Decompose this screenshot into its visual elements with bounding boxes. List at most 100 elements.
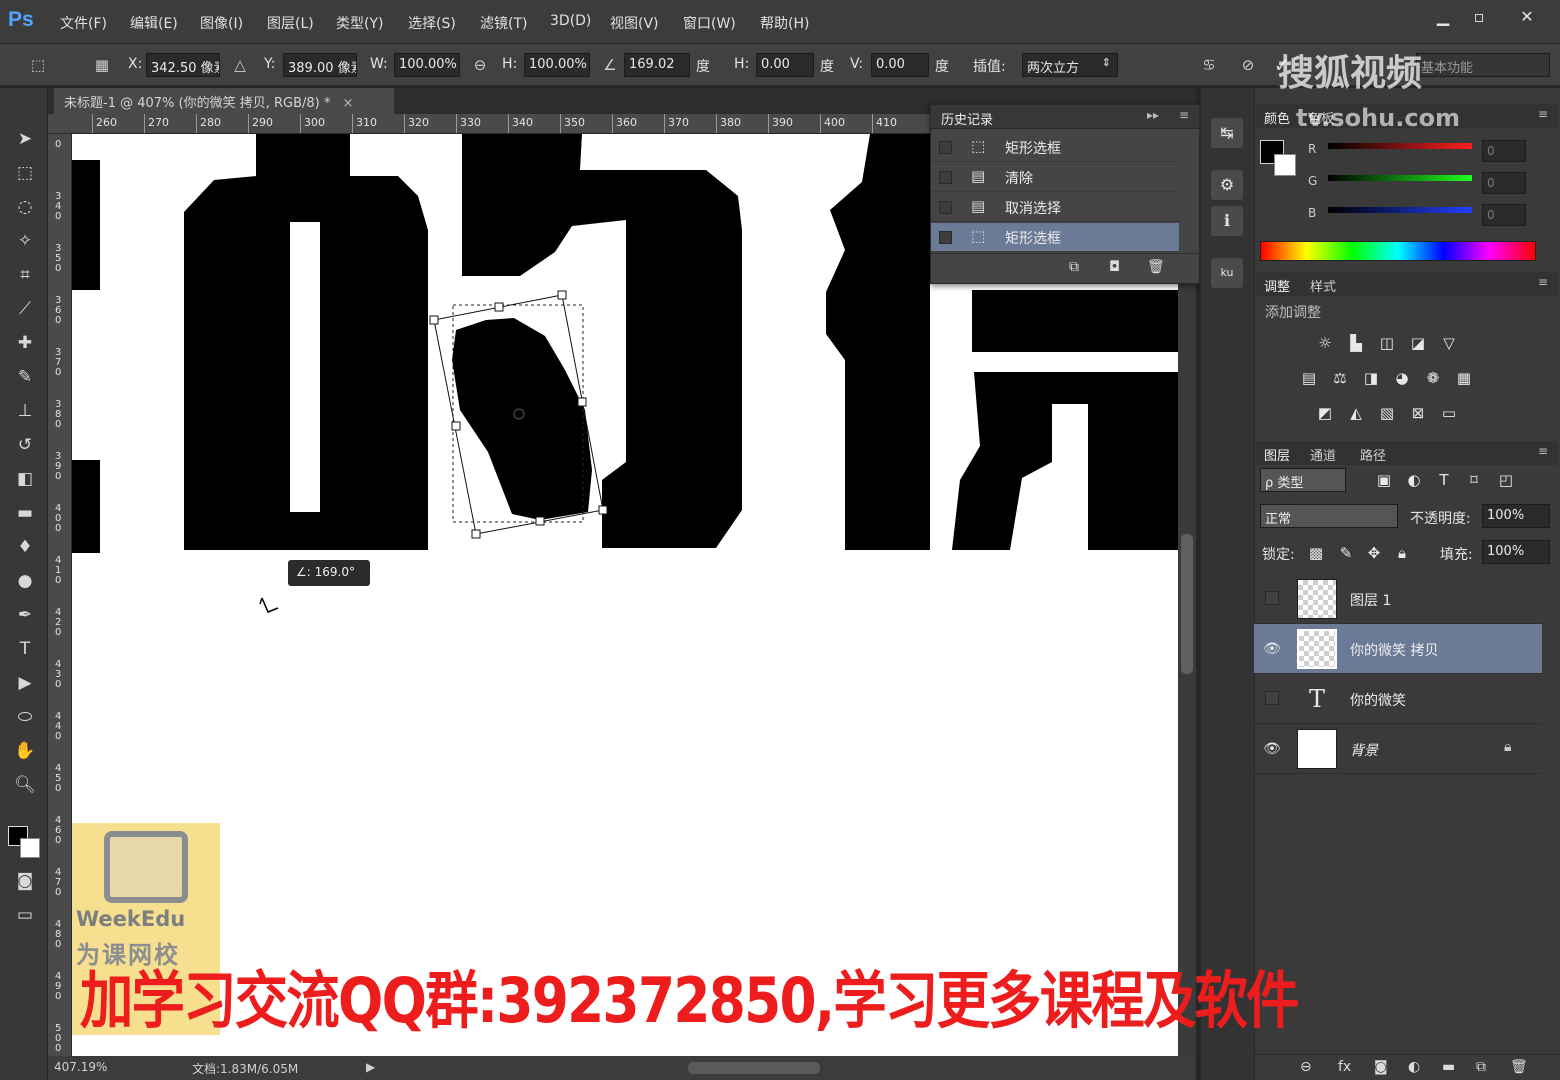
lock-image-icon[interactable]: ✎ — [1334, 542, 1358, 564]
eraser-tool-icon[interactable]: ◧ — [10, 466, 40, 492]
visibility-toggle[interactable] — [1265, 591, 1279, 605]
link-layers-icon[interactable]: ⊖ — [1300, 1059, 1312, 1075]
layer-row[interactable]: T 你的微笑 — [1254, 674, 1542, 724]
layer-row[interactable]: 👁︎ 背景 🔒︎ — [1254, 724, 1542, 774]
layer-row[interactable]: 图层 1 — [1254, 574, 1542, 624]
green-field[interactable]: 0 — [1482, 172, 1526, 194]
blue-field[interactable]: 0 — [1482, 204, 1526, 226]
width-field[interactable]: 100.00% — [394, 53, 460, 77]
gradient-tool-icon[interactable]: ▬ — [10, 500, 40, 526]
adjustment-layer-icon[interactable]: ◐ — [1408, 1059, 1420, 1075]
threshold-icon[interactable]: ▧ — [1375, 402, 1399, 424]
height-field[interactable]: 100.00% — [524, 53, 590, 77]
history-brush-tool-icon[interactable]: ↺ — [10, 432, 40, 458]
color-spectrum[interactable] — [1260, 241, 1536, 261]
menu-image[interactable]: 图像(I) — [200, 13, 243, 33]
history-item[interactable]: ⬚ 矩形选框 — [931, 223, 1179, 252]
layer-style-icon[interactable]: fx — [1338, 1059, 1351, 1075]
pen-tool-icon[interactable]: ✒ — [10, 602, 40, 628]
healing-brush-tool-icon[interactable]: ✚ — [10, 330, 40, 356]
layer-mask-icon[interactable]: ◙ — [1374, 1059, 1388, 1075]
lock-transparent-icon[interactable]: ▩ — [1304, 542, 1328, 564]
history-state-checkbox[interactable] — [939, 231, 952, 244]
opacity-field[interactable]: 100% — [1482, 504, 1550, 528]
vibrance-icon[interactable]: ▽ — [1437, 332, 1461, 354]
vskew-field[interactable]: 0.00 — [871, 53, 929, 77]
document-tab[interactable]: 未标题-1 @ 407% (你的微笑 拷贝, RGB/8) * × — [54, 88, 394, 114]
kuler-panel-icon[interactable]: ku — [1211, 258, 1243, 288]
hue-saturation-icon[interactable]: ▤ — [1297, 367, 1321, 389]
menu-filter[interactable]: 滤镜(T) — [480, 13, 527, 33]
trash-icon[interactable]: 🗑︎ — [1147, 259, 1165, 275]
menu-window[interactable]: 窗口(W) — [683, 13, 736, 33]
red-slider[interactable] — [1328, 143, 1472, 149]
history-item[interactable]: ⬚ 矩形选框 — [931, 133, 1179, 162]
layer-filter-select[interactable]: ρ 类型 — [1260, 468, 1346, 492]
layer-row[interactable]: 👁︎ 你的微笑 拷贝 — [1254, 624, 1542, 674]
selective-color-icon[interactable]: ⊠ — [1406, 402, 1430, 424]
channel-mixer-icon[interactable]: ❁ — [1421, 367, 1445, 389]
transform-tool-icon[interactable]: ⬚ — [26, 54, 50, 76]
panel-menu-icon[interactable]: ≡ — [1538, 275, 1548, 289]
filter-type-icon[interactable]: T — [1432, 469, 1456, 491]
background-color-icon[interactable] — [1274, 154, 1296, 176]
color-lookup-icon[interactable]: ▦ — [1452, 367, 1476, 389]
vertical-scroll-thumb[interactable] — [1181, 534, 1193, 674]
history-item[interactable]: ▤ 取消选择 — [931, 193, 1179, 222]
horizontal-scroll-thumb[interactable] — [688, 1062, 820, 1074]
new-group-icon[interactable]: ▬ — [1442, 1059, 1455, 1075]
lock-all-icon[interactable]: 🔒︎ — [1390, 542, 1414, 564]
interpolation-select[interactable]: 两次立方 ⇕ — [1022, 53, 1118, 77]
curves-icon[interactable]: ◫ — [1375, 332, 1399, 354]
exposure-icon[interactable]: ◪ — [1406, 332, 1430, 354]
new-document-from-state-icon[interactable]: ⧉ — [1069, 259, 1079, 275]
menu-3d[interactable]: 3D(D) — [550, 13, 591, 29]
zoom-tool-icon[interactable]: 🔍︎ — [10, 772, 40, 798]
info-panel-icon[interactable]: ℹ — [1211, 206, 1243, 236]
history-panel-icon[interactable]: ↹ — [1211, 118, 1243, 148]
move-tool-icon[interactable]: ➤ — [10, 126, 40, 152]
green-slider[interactable] — [1328, 175, 1472, 181]
menu-edit[interactable]: 编辑(E) — [130, 13, 178, 33]
history-state-checkbox[interactable] — [939, 141, 952, 154]
lock-position-icon[interactable]: ✥ — [1362, 542, 1386, 564]
maximize-icon[interactable]: ▫ — [1466, 6, 1492, 28]
filter-adjustment-icon[interactable]: ◐ — [1402, 469, 1426, 491]
color-balance-icon[interactable]: ⚖ — [1328, 367, 1352, 389]
path-selection-tool-icon[interactable]: ▶ — [10, 670, 40, 696]
delete-layer-icon[interactable]: 🗑︎ — [1510, 1059, 1528, 1075]
type-tool-icon[interactable]: T — [10, 636, 40, 662]
visibility-toggle[interactable] — [1265, 691, 1279, 705]
brightness-icon[interactable]: ☼ — [1313, 332, 1337, 354]
menu-type[interactable]: 类型(Y) — [336, 13, 383, 33]
fill-field[interactable]: 100% — [1482, 540, 1550, 564]
snapshot-icon[interactable]: ◘ — [1109, 259, 1120, 275]
new-layer-icon[interactable]: ⧉ — [1476, 1059, 1486, 1075]
tab-adjustments[interactable]: 调整 — [1264, 276, 1290, 295]
close-icon[interactable]: ✕ — [1514, 6, 1540, 28]
filter-smart-object-icon[interactable]: ◰ — [1494, 469, 1518, 491]
red-field[interactable]: 0 — [1482, 140, 1526, 162]
play-icon[interactable]: ▶ — [366, 1060, 375, 1074]
eye-icon[interactable]: 👁︎ — [1262, 640, 1282, 658]
menu-select[interactable]: 选择(S) — [408, 13, 456, 33]
crop-tool-icon[interactable]: ⌗ — [10, 262, 40, 288]
panel-menu-icon[interactable]: ≡ — [1538, 107, 1548, 121]
screen-mode-icon[interactable]: ▭ — [10, 902, 40, 928]
reference-point-icon[interactable]: ▦ — [90, 54, 114, 76]
lasso-tool-icon[interactable]: ◌ — [10, 194, 40, 220]
panel-collapse-icon[interactable]: ▸▸ — [1147, 108, 1159, 122]
magic-wand-tool-icon[interactable]: ✧ — [10, 228, 40, 254]
x-field[interactable]: 342.50 像素 — [146, 53, 220, 77]
blur-tool-icon[interactable]: ♦ — [10, 534, 40, 560]
brush-tool-icon[interactable]: ✎ — [10, 364, 40, 390]
menu-file[interactable]: 文件(F) — [60, 13, 107, 33]
dodge-tool-icon[interactable]: ● — [10, 568, 40, 594]
history-panel-title[interactable]: 历史记录 — [941, 109, 993, 128]
stamp-tool-icon[interactable]: ⊥ — [10, 398, 40, 424]
quick-mask-icon[interactable]: ◙ — [10, 868, 40, 894]
doc-info[interactable]: 文档:1.83M/6.05M — [192, 1060, 298, 1077]
zoom-level[interactable]: 407.19% — [54, 1060, 107, 1074]
tab-channels[interactable]: 通道 — [1310, 445, 1336, 464]
link-icon[interactable]: ⊖ — [468, 54, 492, 76]
